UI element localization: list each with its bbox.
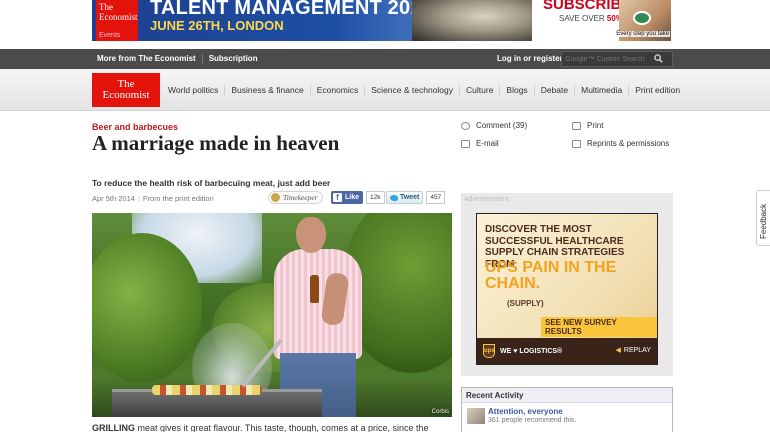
- events-logo: The Economist Events: [96, 0, 138, 41]
- more-from-economist-link[interactable]: More from The Economist: [92, 54, 203, 64]
- nav-business-finance[interactable]: Business & finance: [225, 85, 311, 95]
- login-link[interactable]: Log in or register: [492, 54, 568, 64]
- nav-culture[interactable]: Culture: [460, 85, 501, 95]
- replay-icon: ◀: [615, 347, 621, 354]
- twitter-bird-icon: [390, 194, 398, 201]
- subscribe-offer: SAVE OVER 50%: [559, 14, 623, 23]
- events-logo-line2: Economist: [99, 12, 138, 22]
- tweet-button[interactable]: Tweet: [386, 191, 424, 204]
- search-box: [561, 51, 673, 67]
- economist-logo[interactable]: The Economist: [92, 73, 160, 107]
- dateline-separator: |: [137, 194, 140, 203]
- timekeeper-icon: [271, 193, 280, 202]
- nav-blogs[interactable]: Blogs: [500, 85, 535, 95]
- photo-food: [152, 385, 262, 395]
- article-date: Apr 5th 2014: [92, 194, 135, 203]
- photo-credit: Corbis: [431, 409, 449, 415]
- banner-date: JUNE 26TH, LONDON: [150, 18, 284, 33]
- subscribe-save-text: SAVE OVER: [559, 14, 607, 23]
- article-headline: A marriage made in heaven: [92, 131, 340, 155]
- subscribe-banner[interactable]: SUBSCRIBE SAVE OVER 50% Every step you t…: [537, 0, 673, 41]
- tweet-count: 457: [426, 191, 446, 204]
- events-logo-line1: The: [99, 2, 113, 12]
- nav-world-politics[interactable]: World politics: [162, 85, 226, 95]
- logo-line2: Economist: [102, 89, 150, 101]
- ups-advert[interactable]: DISCOVER THE MOST SUCCESSFUL HEALTHCARE …: [476, 213, 658, 365]
- activity-title[interactable]: Attention, everyone: [488, 407, 563, 416]
- article-edition[interactable]: From the print edition: [143, 194, 214, 203]
- body-text: meat gives it great flavour. This taste,…: [135, 423, 429, 432]
- reprints-icon: [572, 139, 581, 148]
- replay-label: REPLAY: [623, 347, 651, 354]
- page: The Economist Events TALENT MANAGEMENT 2…: [0, 0, 770, 432]
- article-body-first-line: GRILLING meat gives it great flavour. Th…: [92, 423, 452, 432]
- photo-shirt: [274, 249, 362, 359]
- facebook-like-button[interactable]: f Like: [331, 191, 364, 204]
- article-photo-man-grilling: Corbis: [92, 213, 452, 417]
- facebook-like: f Like 12k: [331, 191, 385, 204]
- facebook-icon: f: [333, 193, 342, 202]
- nav-science-technology[interactable]: Science & technology: [365, 85, 461, 95]
- feedback-tab[interactable]: Feedback: [756, 190, 770, 246]
- talent-management-banner[interactable]: The Economist Events TALENT MANAGEMENT 2…: [92, 0, 532, 41]
- print-icon: [572, 121, 581, 130]
- ups-advert-body: DISCOVER THE MOST SUCCESSFUL HEALTHCARE …: [477, 214, 657, 338]
- article-rubric: To reduce the health risk of barbecuing …: [92, 178, 331, 188]
- search-input[interactable]: [565, 53, 647, 65]
- utility-nav: More from The Economist Subscription Log…: [0, 49, 770, 69]
- nav-multimedia[interactable]: Multimedia: [575, 85, 630, 95]
- reprints-link[interactable]: Reprints & permissions: [572, 139, 669, 148]
- ups-footer: ups WE ♥ LOGISTICS® ◀ REPLAY: [477, 338, 657, 364]
- feedback-label: Feedback: [759, 203, 768, 239]
- article-dateline: Apr 5th 2014 | From the print edition: [92, 194, 214, 203]
- subscription-link[interactable]: Subscription: [203, 54, 264, 64]
- events-label: Events: [99, 32, 121, 39]
- logistics-tagline: WE ♥ LOGISTICS®: [500, 347, 563, 355]
- lion-image: [412, 0, 532, 41]
- subscribe-tagline: Every step you take: [615, 31, 670, 37]
- main-nav: The Economist World politics Business & …: [0, 69, 770, 111]
- photo-tree-left: [92, 233, 202, 383]
- photo-beer-bottle: [310, 275, 319, 303]
- body-dropcap-word: GRILLING: [92, 423, 135, 432]
- print-label: Print: [587, 121, 604, 130]
- ups-logo-icon: ups: [483, 344, 495, 358]
- sidebar-advert: Advertisement DISCOVER THE MOST SUCCESSF…: [461, 193, 673, 376]
- banner-title: TALENT MANAGEMENT 2014: [150, 0, 433, 19]
- replay-button[interactable]: ◀ REPLAY: [616, 346, 652, 354]
- comment-link[interactable]: Comment (39): [461, 121, 527, 130]
- timekeeper-button[interactable]: Timekeeper: [268, 191, 323, 204]
- ups-supply: (SUPPLY): [507, 299, 544, 308]
- activity-thumbnail[interactable]: [467, 408, 485, 424]
- recent-activity-heading: Recent Activity: [462, 388, 672, 403]
- ups-highlight: UPS PAIN IN THE CHAIN.: [485, 259, 617, 292]
- email-icon: [461, 139, 470, 148]
- recent-activity-widget: Recent Activity Attention, everyone 361 …: [461, 387, 673, 432]
- tweet-label: Tweet: [400, 194, 420, 201]
- twitter-share: Tweet 457: [386, 191, 446, 204]
- photo-head: [296, 217, 326, 253]
- search-icon[interactable]: [654, 54, 663, 63]
- reprints-label: Reprints & permissions: [587, 139, 670, 148]
- nav-debate[interactable]: Debate: [535, 85, 576, 95]
- timekeeper-label: Timekeeper: [283, 193, 318, 202]
- facebook-like-label: Like: [345, 194, 360, 201]
- top-ad-band: The Economist Events TALENT MANAGEMENT 2…: [0, 0, 770, 48]
- activity-subtitle: 361 people recommend this.: [488, 417, 577, 424]
- nav-economics[interactable]: Economics: [311, 85, 366, 95]
- comment-label: Comment (39): [476, 121, 528, 130]
- advert-label: Advertisement: [464, 196, 509, 203]
- email-link[interactable]: E-mail: [461, 139, 499, 148]
- print-link[interactable]: Print: [572, 121, 603, 130]
- email-label: E-mail: [476, 139, 499, 148]
- comment-icon: [461, 121, 470, 130]
- survey-results-button[interactable]: SEE NEW SURVEY RESULTS: [541, 317, 657, 337]
- facebook-like-count: 12k: [366, 191, 385, 204]
- nav-print-edition[interactable]: Print edition: [629, 85, 686, 95]
